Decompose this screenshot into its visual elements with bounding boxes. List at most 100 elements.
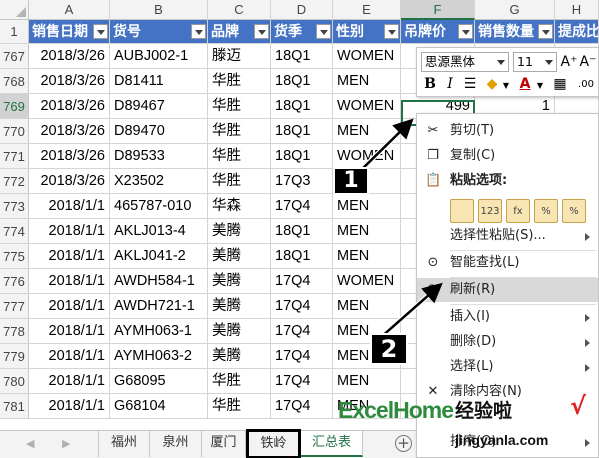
table-cell-season[interactable]: 17Q4 [271, 269, 333, 294]
column-header-d[interactable]: D [271, 0, 333, 20]
table-cell-season[interactable]: 17Q4 [271, 294, 333, 319]
table-cell-brand[interactable]: 滕迈 [208, 44, 271, 69]
menu-item-insert[interactable]: 插入(I) [417, 305, 598, 329]
table-cell-sku[interactable]: AYMH063-2 [110, 344, 208, 369]
table-cell-sku[interactable]: AWDH721-1 [110, 294, 208, 319]
table-cell-brand[interactable]: 美腾 [208, 344, 271, 369]
table-cell-sku[interactable]: AUBJ002-1 [110, 44, 208, 69]
table-cell-sku[interactable]: 465787-010 [110, 194, 208, 219]
row-header[interactable]: 777 [0, 294, 29, 319]
row-header[interactable]: 772 [0, 169, 29, 194]
table-cell-date[interactable]: 2018/3/26 [29, 144, 110, 169]
table-cell-sku[interactable]: AYMH063-1 [110, 319, 208, 344]
menu-item-smart-lookup[interactable]: ⊙ 智能查找(L) [417, 251, 598, 275]
table-cell-brand[interactable]: 华胜 [208, 94, 271, 119]
table-cell-sku[interactable]: AKLJ013-4 [110, 219, 208, 244]
table-cell-date[interactable]: 2018/1/1 [29, 219, 110, 244]
menu-item-paste-special[interactable]: 选择性粘贴(S)... [417, 224, 598, 248]
italic-button[interactable]: I [441, 75, 459, 93]
table-cell-sku[interactable]: D89467 [110, 94, 208, 119]
row-header[interactable]: 774 [0, 219, 29, 244]
filter-dropdown-icon[interactable] [93, 24, 108, 39]
table-cell-gender[interactable]: MEN [333, 119, 401, 144]
row-header[interactable]: 775 [0, 244, 29, 269]
row-header[interactable]: 769 [0, 94, 29, 119]
table-cell-gender[interactable]: MEN [333, 194, 401, 219]
table-header-cell[interactable]: 性别 [333, 20, 401, 44]
table-cell-date[interactable]: 2018/3/26 [29, 94, 110, 119]
table-cell-date[interactable]: 2018/1/1 [29, 344, 110, 369]
table-cell-season[interactable]: 18Q1 [271, 69, 333, 94]
font-color-button[interactable]: A [517, 75, 533, 93]
table-cell-date[interactable]: 2018/3/26 [29, 119, 110, 144]
table-cell-gender[interactable]: WOMEN [333, 144, 401, 169]
table-cell-season[interactable]: 17Q4 [271, 369, 333, 394]
table-cell-date[interactable]: 2018/1/1 [29, 244, 110, 269]
paste-icon[interactable] [450, 199, 474, 223]
table-cell-gender[interactable]: MEN [333, 369, 401, 394]
row-header[interactable]: 768 [0, 69, 29, 94]
table-cell-date[interactable]: 2018/3/26 [29, 169, 110, 194]
table-cell-season[interactable]: 18Q1 [271, 219, 333, 244]
table-cell-sku[interactable]: D89533 [110, 144, 208, 169]
paste-values-icon[interactable]: 123 [478, 199, 502, 223]
font-name-select[interactable]: 思源黑体 [421, 52, 509, 72]
table-header-cell[interactable]: 销售数量 [475, 20, 555, 44]
filter-dropdown-icon[interactable] [384, 24, 399, 39]
table-cell-brand[interactable]: 美腾 [208, 244, 271, 269]
table-cell-date[interactable]: 2018/1/1 [29, 294, 110, 319]
table-cell-brand[interactable]: 美腾 [208, 269, 271, 294]
table-cell-brand[interactable]: 美腾 [208, 219, 271, 244]
menu-item-copy[interactable]: ❐ 复制(C) [417, 144, 598, 168]
table-cell-brand[interactable]: 华胜 [208, 69, 271, 94]
table-header-cell[interactable]: 货季 [271, 20, 333, 44]
table-cell-sku[interactable]: D89470 [110, 119, 208, 144]
sheet-tab-summary[interactable]: 汇总表 [301, 431, 363, 457]
table-cell-gender[interactable]: MEN [333, 244, 401, 269]
row-header[interactable]: 780 [0, 369, 29, 394]
table-cell-date[interactable]: 2018/3/26 [29, 69, 110, 94]
table-cell-sku[interactable]: X23502 [110, 169, 208, 194]
bold-button[interactable]: B [421, 75, 439, 93]
menu-item-cut[interactable]: ✂ 剪切(T) [417, 119, 598, 143]
table-cell-gender[interactable]: WOMEN [333, 94, 401, 119]
column-header-g[interactable]: G [475, 0, 555, 20]
sheet-tab-tieling[interactable]: 铁岭 [246, 429, 301, 458]
table-cell-season[interactable]: 18Q1 [271, 44, 333, 69]
table-cell-sku[interactable]: AKLJ041-2 [110, 244, 208, 269]
table-cell-date[interactable]: 2018/1/1 [29, 319, 110, 344]
sheet-tab-quanzhou[interactable]: 泉州 [150, 431, 202, 457]
row-header[interactable]: 773 [0, 194, 29, 219]
fill-color-icon[interactable]: ◆ [483, 75, 501, 93]
select-all-corner[interactable] [0, 0, 29, 20]
menu-item-refresh[interactable]: ⟳ 刷新(R) [417, 278, 598, 302]
number-format-button[interactable]: .00 [575, 76, 597, 94]
row-header[interactable]: 770 [0, 119, 29, 144]
row-header[interactable]: 779 [0, 344, 29, 369]
menu-item-select[interactable]: 选择(L) [417, 355, 598, 379]
table-cell-brand[interactable]: 华胜 [208, 394, 271, 419]
table-cell-season[interactable]: 17Q4 [271, 344, 333, 369]
table-cell-brand[interactable]: 华胜 [208, 119, 271, 144]
row-header[interactable]: 767 [0, 44, 29, 69]
table-cell-date[interactable]: 2018/3/26 [29, 44, 110, 69]
row-header[interactable]: 1 [0, 20, 29, 44]
table-cell-brand[interactable]: 美腾 [208, 319, 271, 344]
table-cell-brand[interactable]: 华胜 [208, 169, 271, 194]
font-size-select[interactable]: 11 [513, 52, 557, 72]
sheet-tab-fuzhou[interactable]: 福州 [98, 431, 150, 457]
column-header-h[interactable]: H [555, 0, 599, 20]
table-cell-season[interactable]: 17Q4 [271, 394, 333, 419]
table-cell-sku[interactable]: G68095 [110, 369, 208, 394]
table-cell-sku[interactable]: D81411 [110, 69, 208, 94]
add-sheet-icon[interactable]: + [395, 435, 412, 452]
table-cell-date[interactable]: 2018/1/1 [29, 194, 110, 219]
table-cell-season[interactable]: 17Q3 [271, 169, 333, 194]
table-cell-date[interactable]: 2018/1/1 [29, 269, 110, 294]
table-cell-season[interactable]: 17Q4 [271, 319, 333, 344]
filter-dropdown-icon[interactable] [191, 24, 206, 39]
row-header[interactable]: 778 [0, 319, 29, 344]
row-header[interactable]: 781 [0, 394, 29, 419]
column-header-c[interactable]: C [208, 0, 271, 20]
table-header-cell[interactable]: 吊牌价 [401, 20, 475, 44]
